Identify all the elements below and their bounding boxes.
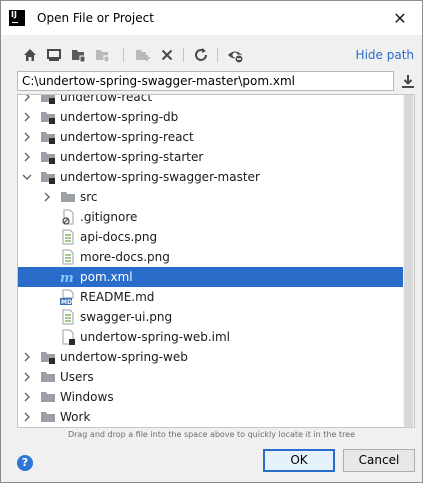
scrollbar-thumb[interactable]	[404, 95, 413, 427]
close-button[interactable]: ✕	[378, 1, 422, 35]
chevron-right-icon[interactable]	[22, 112, 32, 122]
cancel-button[interactable]: Cancel	[343, 449, 415, 472]
scrollbar-track[interactable]	[403, 95, 414, 427]
tree-row[interactable]: more-docs.png	[18, 247, 404, 267]
image-icon	[60, 309, 76, 325]
toolbar-separator	[217, 48, 218, 62]
tree-row[interactable]: Users	[18, 367, 404, 387]
tree-row-label: undertow-spring-swagger-master	[60, 170, 260, 184]
tree-row-label: undertow-react	[60, 94, 153, 104]
project-folder-icon[interactable]	[70, 47, 86, 63]
tree-row[interactable]: undertow-spring-react	[18, 127, 404, 147]
tree-row-label: README.md	[80, 290, 155, 304]
home-icon[interactable]	[22, 47, 38, 63]
hide-path-link[interactable]: Hide path	[356, 48, 414, 62]
module-folder-icon	[40, 149, 56, 165]
tree-row[interactable]: MD README.md	[18, 287, 404, 307]
tree-row-label: api-docs.png	[80, 230, 158, 244]
chevron-right-icon[interactable]	[22, 372, 32, 382]
path-input[interactable]	[17, 71, 394, 91]
module-folder-icon	[40, 169, 56, 185]
intellij-logo-icon: IJ	[9, 10, 25, 26]
dialog-title: Open File or Project	[37, 11, 154, 25]
tree-row[interactable]: Windows	[18, 387, 404, 407]
drag-drop-hint: Drag and drop a file into the space abov…	[67, 430, 356, 439]
help-button[interactable]: ?	[17, 455, 33, 471]
image-icon	[60, 229, 76, 245]
chevron-right-icon[interactable]	[22, 132, 32, 142]
show-hidden-icon[interactable]	[227, 47, 243, 63]
chevron-down-icon[interactable]	[22, 172, 32, 182]
tree-row[interactable]: undertow-spring-starter	[18, 147, 404, 167]
folder-icon	[40, 389, 56, 405]
title-bar: IJ Open File or Project ✕	[1, 1, 422, 35]
tree-row-label: undertow-spring-starter	[60, 150, 204, 164]
tree-row-label: pom.xml	[80, 270, 133, 284]
module-folder-icon	[40, 95, 56, 105]
tree-row-label: undertow-spring-web	[60, 350, 188, 364]
tree-row-label: more-docs.png	[80, 250, 170, 264]
module-folder-icon	[40, 129, 56, 145]
tree-row[interactable]: m pom.xml	[18, 267, 404, 287]
chevron-right-icon[interactable]	[42, 192, 52, 202]
tree-row[interactable]: undertow-spring-swagger-master	[18, 167, 404, 187]
svg-text:MD: MD	[61, 299, 72, 305]
tree-row[interactable]: .gitignore	[18, 207, 404, 227]
chevron-right-icon[interactable]	[22, 412, 32, 422]
tree-row[interactable]: undertow-spring-web	[18, 347, 404, 367]
chevron-right-icon[interactable]	[22, 152, 32, 162]
tree-row-label: Work	[60, 410, 91, 424]
tree-row[interactable]: undertow-spring-db	[18, 107, 404, 127]
tree-row-label: swagger-ui.png	[80, 310, 173, 324]
maven-icon: m	[60, 269, 76, 285]
tree-row-label: .gitignore	[80, 210, 138, 224]
toolbar-separator	[123, 48, 124, 62]
folder-icon	[60, 189, 76, 205]
toolbar-separator	[183, 48, 184, 62]
toolbar: Hide path	[1, 43, 422, 67]
refresh-icon[interactable]	[193, 47, 209, 63]
gitignore-icon	[60, 209, 76, 225]
tree-row[interactable]: undertow-react	[18, 94, 404, 107]
iml-icon	[60, 329, 76, 345]
tree-row-label: Windows	[60, 390, 114, 404]
chevron-right-icon[interactable]	[22, 352, 32, 362]
desktop-icon[interactable]	[46, 47, 62, 63]
tree-row[interactable]: swagger-ui.png	[18, 307, 404, 327]
tree-row-label: undertow-spring-web.iml	[80, 330, 231, 344]
tree-row[interactable]: src	[18, 187, 404, 207]
tree-row[interactable]: Work	[18, 407, 404, 427]
tree-row[interactable]: api-docs.png	[18, 227, 404, 247]
folder-icon	[40, 409, 56, 425]
module-folder-icon	[40, 349, 56, 365]
tree-row-label: Users	[60, 370, 94, 384]
new-folder-icon[interactable]	[134, 47, 150, 63]
module-folder-icon[interactable]	[94, 47, 110, 63]
tree-row-label: src	[80, 190, 98, 204]
chevron-right-icon[interactable]	[22, 392, 32, 402]
open-file-dialog: IJ Open File or Project ✕ Hide path C:\u…	[0, 0, 423, 483]
folder-icon	[40, 369, 56, 385]
chevron-right-icon[interactable]	[22, 95, 32, 102]
close-icon: ✕	[393, 8, 407, 28]
markdown-icon: MD	[60, 289, 76, 305]
tree-row-label: undertow-spring-db	[60, 110, 179, 124]
image-icon	[60, 249, 76, 265]
ok-button[interactable]: OK	[263, 449, 335, 472]
tree-row-label: undertow-spring-react	[60, 130, 194, 144]
file-tree[interactable]: Work Windows Users undertow-spring-web under…	[17, 94, 415, 428]
download-icon[interactable]	[400, 73, 416, 89]
svg-text:m: m	[60, 271, 74, 285]
tree-row[interactable]: undertow-spring-web.iml	[18, 327, 404, 347]
delete-icon[interactable]	[159, 47, 175, 63]
module-folder-icon	[40, 109, 56, 125]
